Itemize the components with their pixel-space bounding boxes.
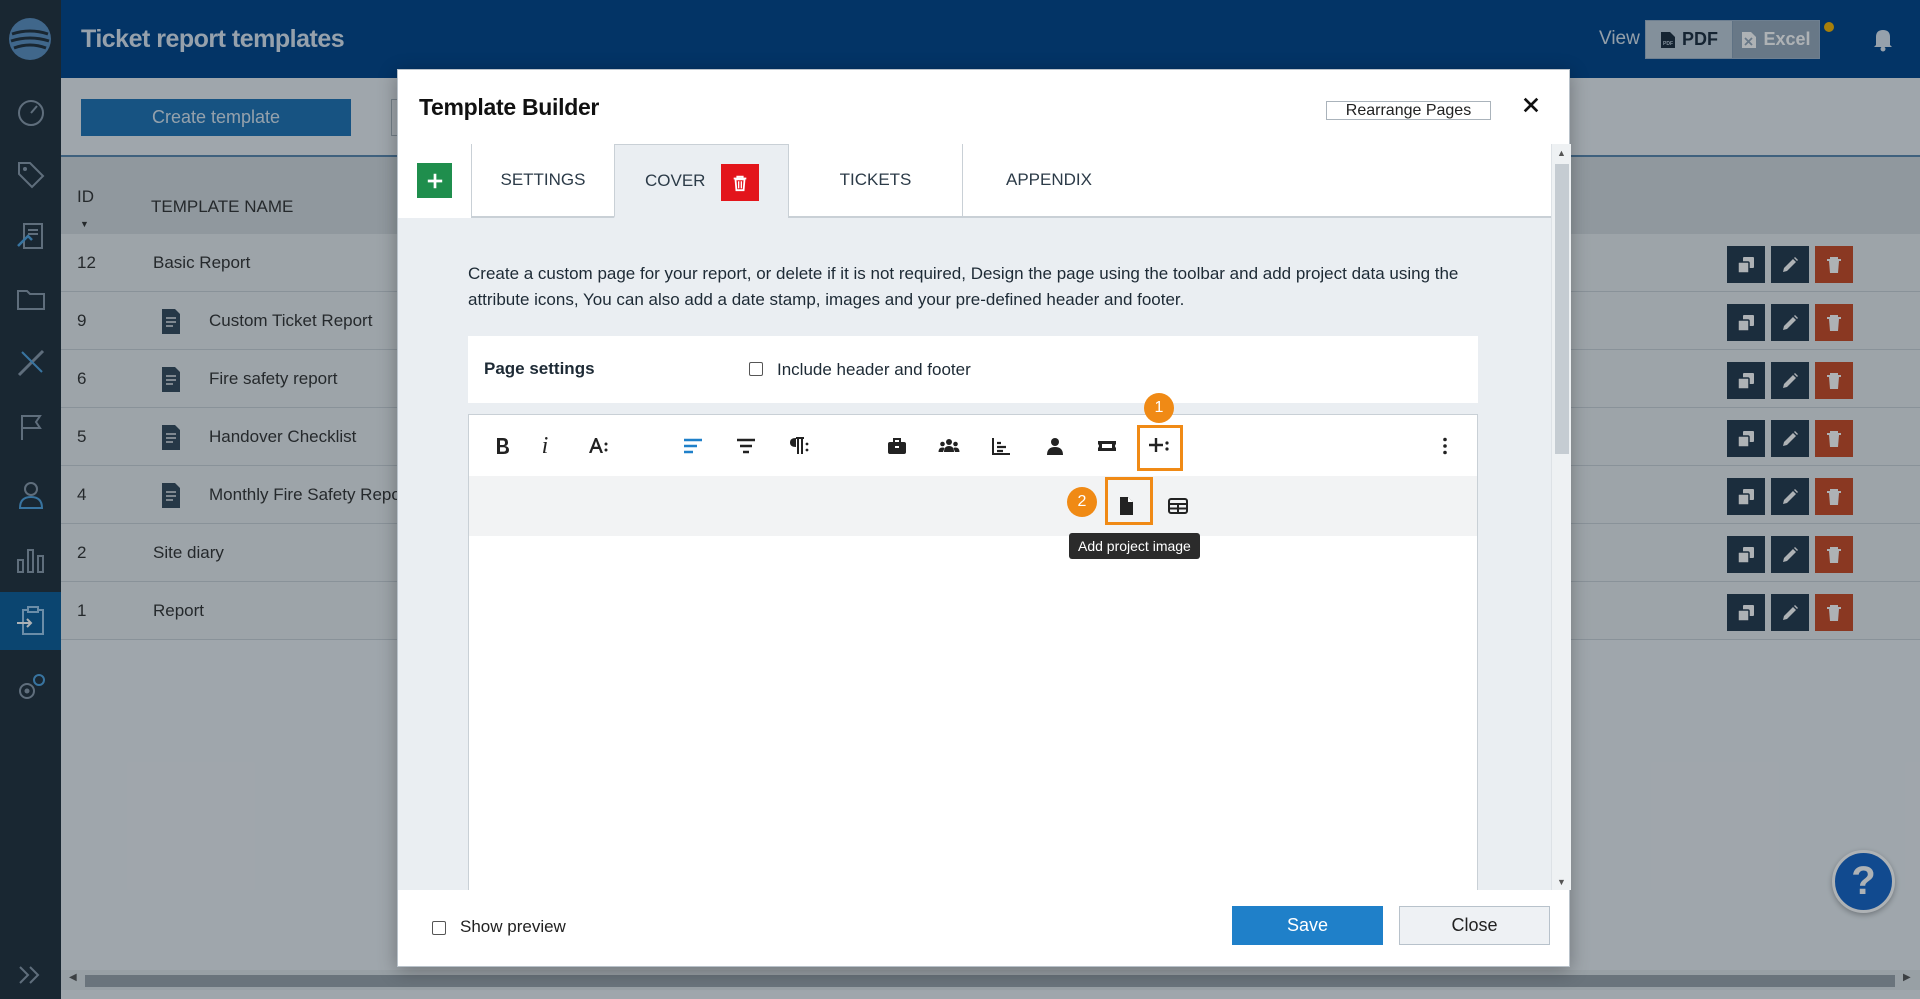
add-project-image-tooltip: Add project image <box>1069 533 1200 559</box>
cover-editor[interactable]: i 1 2 Add project image <box>468 393 1478 890</box>
person-icon <box>1047 438 1063 455</box>
page-settings-panel: Page settings Include header and footer <box>468 336 1478 403</box>
modal-body: SETTINGS COVER TICKETS APPENDIX Create a… <box>398 144 1551 890</box>
trash-icon <box>733 175 747 191</box>
align-center-icon <box>737 438 755 454</box>
align-left-icon <box>684 438 702 454</box>
align-left-button[interactable] <box>675 428 711 464</box>
bold-button[interactable] <box>484 428 520 464</box>
font-size-icon <box>589 438 608 453</box>
tab-appendix[interactable]: APPENDIX <box>962 144 1530 218</box>
bar-chart-icon <box>992 438 1010 455</box>
insert-submenu-bar <box>469 476 1477 536</box>
step-badge-2: 2 <box>1067 487 1097 517</box>
bold-icon <box>497 438 509 454</box>
tab-tickets-label: TICKETS <box>839 170 912 189</box>
tab-settings-label: SETTINGS <box>500 170 586 189</box>
tab-appendix-label: APPENDIX <box>1006 170 1092 189</box>
highlight-insert-more <box>1137 425 1183 471</box>
more-options-button[interactable] <box>1427 428 1463 464</box>
cover-description: Create a custom page for your report, or… <box>468 264 1459 309</box>
scroll-down-icon[interactable]: ▼ <box>1557 877 1566 887</box>
close-button[interactable]: Close <box>1399 906 1550 945</box>
add-page-button[interactable] <box>417 163 452 198</box>
plus-icon <box>427 173 442 188</box>
show-preview-checkbox[interactable] <box>432 921 446 935</box>
modal-vertical-scrollbar[interactable]: ▲ ▼ <box>1551 144 1571 890</box>
team-attribute-button[interactable] <box>931 428 967 464</box>
page-settings-label: Page settings <box>484 359 595 378</box>
ticket-icon <box>1098 441 1116 451</box>
page-tabs: SETTINGS COVER TICKETS APPENDIX <box>398 144 1551 218</box>
editor-toolbar: i <box>469 415 1477 476</box>
include-header-footer-label[interactable]: Include header and footer <box>777 360 971 380</box>
chart-attribute-button[interactable] <box>983 428 1019 464</box>
modal-scrollbar-thumb[interactable] <box>1555 164 1569 454</box>
delete-cover-button[interactable] <box>721 164 759 201</box>
align-center-button[interactable] <box>728 428 764 464</box>
italic-icon: i <box>541 432 549 459</box>
include-header-footer-checkbox[interactable] <box>749 362 763 376</box>
tab-cover-label: COVER <box>645 170 706 190</box>
paragraph-button[interactable] <box>780 428 816 464</box>
vertical-ellipsis-icon <box>1443 437 1447 455</box>
show-preview-label[interactable]: Show preview <box>460 917 566 937</box>
people-group-icon <box>938 439 960 452</box>
insert-table-button[interactable] <box>1160 488 1196 524</box>
font-size-button[interactable] <box>580 428 616 464</box>
tab-settings[interactable]: SETTINGS <box>471 144 614 218</box>
save-button[interactable]: Save <box>1232 906 1383 945</box>
modal-footer: Show preview Save Close <box>398 890 1569 966</box>
scroll-up-icon[interactable]: ▲ <box>1557 148 1566 158</box>
highlight-add-project-image <box>1105 477 1153 525</box>
step-badge-1: 1 <box>1144 393 1174 423</box>
rearrange-pages-button[interactable]: Rearrange Pages <box>1326 101 1491 120</box>
user-attribute-button[interactable] <box>1037 428 1073 464</box>
tab-tickets[interactable]: TICKETS <box>788 144 962 218</box>
template-builder-modal: Template Builder Rearrange Pages SETTING… <box>397 69 1571 967</box>
briefcase-icon <box>888 438 906 454</box>
ticket-attribute-button[interactable] <box>1089 428 1125 464</box>
italic-button[interactable]: i <box>527 428 563 464</box>
modal-title: Template Builder <box>419 94 600 120</box>
paragraph-icon <box>790 437 809 454</box>
tabs-divider <box>1530 216 1551 218</box>
project-attribute-button[interactable] <box>879 428 915 464</box>
close-modal-icon[interactable] <box>1518 92 1544 118</box>
table-icon <box>1168 498 1188 514</box>
tab-cover[interactable]: COVER <box>614 144 788 218</box>
